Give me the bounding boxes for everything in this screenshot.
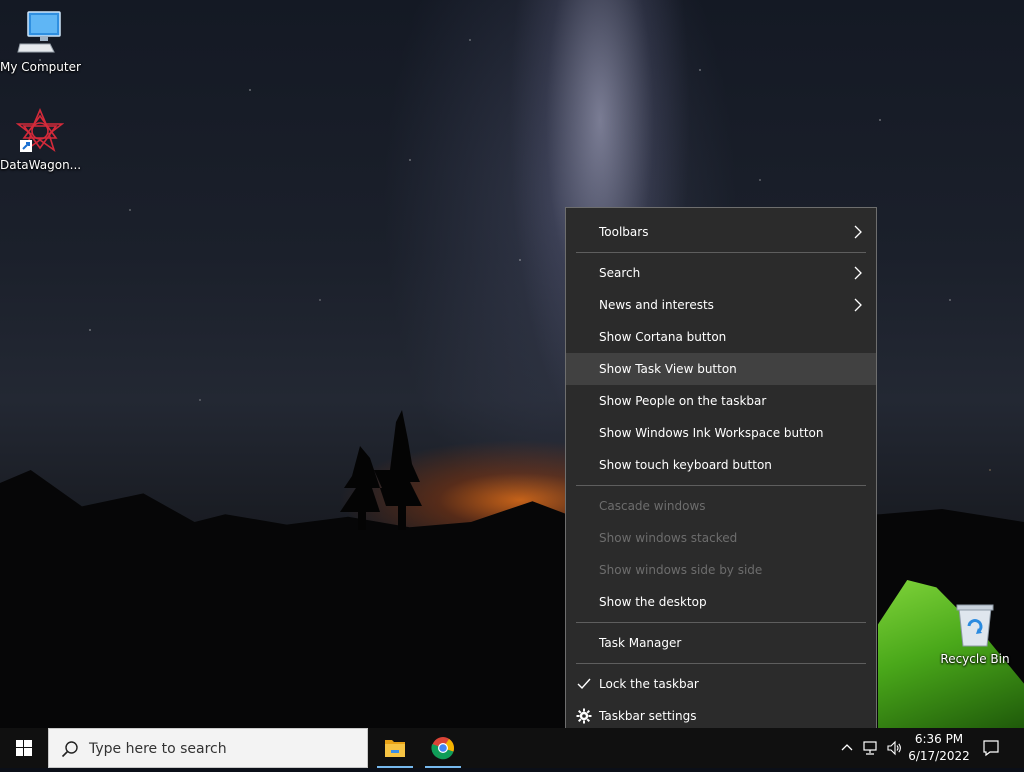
taskbar-chrome[interactable] [419,728,467,768]
menu-item-show-cortana-button[interactable]: Show Cortana button [566,321,876,353]
menu-item-label: Show the desktop [599,595,707,609]
menu-separator [576,252,866,253]
menu-item-show-touch-keyboard[interactable]: Show touch keyboard button [566,449,876,481]
menu-item-show-ink-workspace[interactable]: Show Windows Ink Workspace button [566,417,876,449]
chevron-right-icon [854,298,862,312]
menu-item-show-people[interactable]: Show People on the taskbar [566,385,876,417]
start-button[interactable] [0,728,48,768]
datawagon-app-icon [15,107,65,156]
gear-icon [576,708,592,724]
file-explorer-icon [385,740,405,757]
taskbar-file-explorer[interactable] [371,728,419,768]
chevron-right-icon [854,266,862,280]
windows-logo-icon [16,740,32,756]
menu-item-show-windows-side-by-side: Show windows side by side [566,554,876,586]
monitor-icon [16,10,64,58]
network-icon[interactable] [862,740,878,756]
chrome-icon [431,737,455,760]
taskbar-search-box[interactable]: Type here to search [48,728,368,768]
menu-separator [576,485,866,486]
volume-icon[interactable] [886,740,902,756]
menu-item-news-and-interests[interactable]: News and interests [566,289,876,321]
menu-item-label: Task Manager [599,636,682,650]
checkmark-icon [577,678,591,690]
menu-item-lock-the-taskbar[interactable]: Lock the taskbar [566,668,876,700]
menu-item-label: News and interests [599,298,714,312]
desktop-icon-label: DataWagon... [0,158,82,172]
menu-item-task-manager[interactable]: Task Manager [566,627,876,659]
menu-item-label: Taskbar settings [599,709,697,723]
search-icon [61,741,78,758]
menu-item-cascade-windows: Cascade windows [566,490,876,522]
desktop-icon-my-computer[interactable]: My Computer [0,10,81,74]
menu-separator [576,663,866,664]
taskbar-clock[interactable]: 6:36 PM 6/17/2022 [904,731,974,765]
taskbar[interactable]: Type here to search 6:36 PM 6/17/2022 [0,728,1024,768]
clock-time: 6:36 PM [914,732,964,746]
menu-item-label: Show windows side by side [599,563,763,577]
search-placeholder: Type here to search [89,741,227,757]
clock-date: 6/17/2022 [908,749,970,763]
recycle-bin-icon [951,602,999,650]
taskbar-context-menu: Toolbars Search News and interests Show … [565,207,877,741]
menu-item-label: Show People on the taskbar [599,394,767,408]
menu-item-label: Search [599,266,641,280]
desktop-icon-label: My Computer [0,60,81,74]
desktop-icon-datawagon[interactable]: DataWagon... [0,107,82,172]
menu-item-label: Lock the taskbar [599,677,699,691]
desktop-icon-label: Recycle Bin [940,652,1010,666]
chevron-up-icon[interactable] [839,740,855,756]
desktop-icon-recycle-bin[interactable]: Recycle Bin [935,602,1015,666]
menu-item-toolbars[interactable]: Toolbars [566,216,876,248]
menu-item-show-the-desktop[interactable]: Show the desktop [566,586,876,618]
menu-separator [576,622,866,623]
menu-item-label: Show Task View button [599,362,737,376]
menu-item-label: Cascade windows [599,499,706,513]
menu-item-show-windows-stacked: Show windows stacked [566,522,876,554]
menu-item-search[interactable]: Search [566,257,876,289]
menu-item-label: Show windows stacked [599,531,738,545]
menu-item-show-task-view-button[interactable]: Show Task View button [566,353,876,385]
menu-item-label: Show Windows Ink Workspace button [599,426,824,440]
menu-item-label: Show Cortana button [599,330,727,344]
chevron-right-icon [854,225,862,239]
menu-item-label: Toolbars [599,225,649,239]
notification-center-icon[interactable] [982,739,1000,757]
menu-item-label: Show touch keyboard button [599,458,772,472]
